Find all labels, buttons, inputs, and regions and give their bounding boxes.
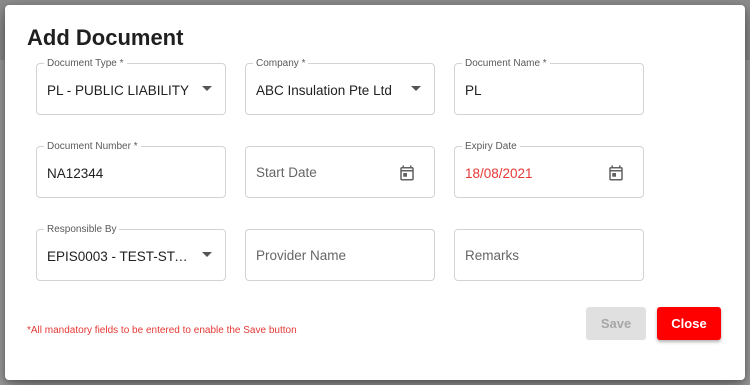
- document-number-value: NA12344: [47, 166, 104, 181]
- chevron-down-icon[interactable]: [411, 86, 421, 91]
- expiry-date-value: 18/08/2021: [465, 166, 533, 181]
- responsible-by-select[interactable]: Responsible By EPIS0003 - TEST-STAF...: [36, 224, 226, 281]
- expiry-date-field[interactable]: Expiry Date 18/08/2021: [454, 141, 644, 198]
- company-label: Company *: [253, 58, 309, 70]
- calendar-icon[interactable]: [607, 164, 625, 182]
- chevron-down-icon[interactable]: [202, 86, 212, 91]
- remarks-placeholder: Remarks: [465, 248, 520, 263]
- responsible-by-label: Responsible By: [44, 224, 120, 236]
- save-button[interactable]: Save: [586, 307, 646, 340]
- company-select[interactable]: Company * ABC Insulation Pte Ltd: [245, 58, 435, 115]
- document-type-label: Document Type *: [44, 58, 127, 70]
- dialog-title: Add Document: [27, 25, 184, 50]
- document-number-field[interactable]: Document Number * NA12344: [36, 141, 226, 198]
- company-value: ABC Insulation Pte Ltd: [256, 83, 392, 98]
- start-date-field[interactable]: Start Date: [245, 146, 435, 198]
- expiry-date-label: Expiry Date: [462, 141, 520, 153]
- provider-name-field[interactable]: Provider Name: [245, 229, 435, 281]
- document-name-label: Document Name *: [462, 58, 550, 70]
- document-type-value: PL - PUBLIC LIABILITY: [47, 83, 190, 98]
- document-name-value: PL: [465, 83, 482, 98]
- responsible-by-value: EPIS0003 - TEST-STAF...: [47, 249, 195, 264]
- chevron-down-icon[interactable]: [202, 252, 212, 257]
- provider-name-placeholder: Provider Name: [256, 248, 347, 263]
- document-name-field[interactable]: Document Name * PL: [454, 58, 644, 115]
- close-button[interactable]: Close: [657, 307, 721, 340]
- start-date-placeholder: Start Date: [256, 165, 317, 180]
- calendar-icon[interactable]: [398, 164, 416, 182]
- document-number-label: Document Number *: [44, 141, 141, 153]
- mandatory-fields-note: *All mandatory fields to be entered to e…: [27, 325, 297, 336]
- remarks-field[interactable]: Remarks: [454, 229, 644, 281]
- add-document-dialog: Add Document Document Type * PL - PUBLIC…: [5, 5, 745, 380]
- document-type-select[interactable]: Document Type * PL - PUBLIC LIABILITY: [36, 58, 226, 115]
